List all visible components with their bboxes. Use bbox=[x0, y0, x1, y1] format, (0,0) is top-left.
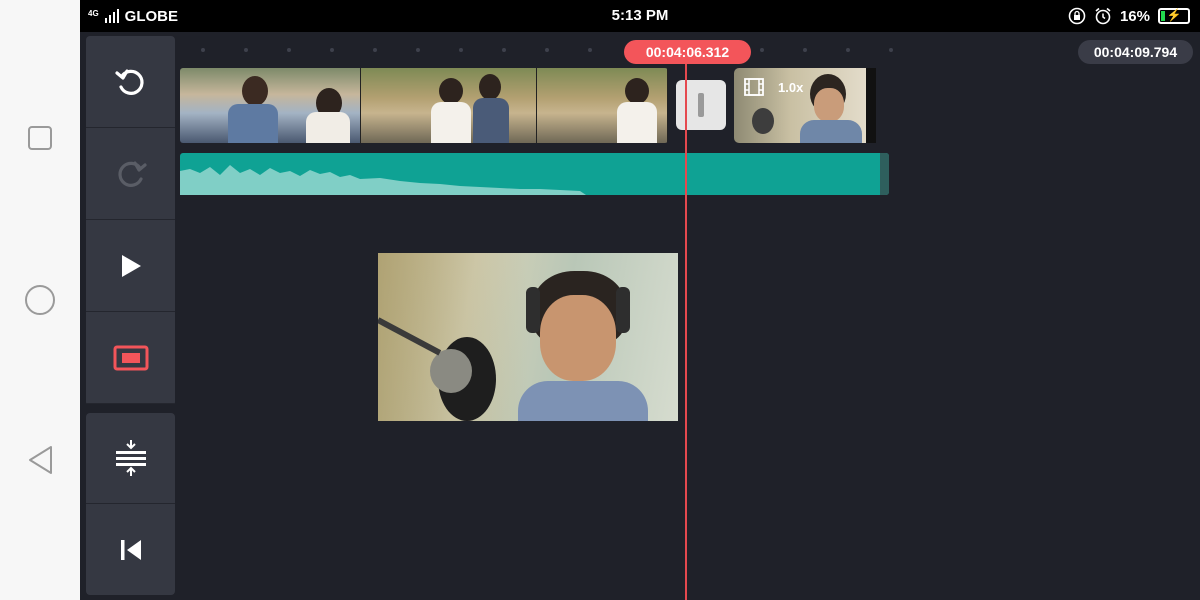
skip-to-start-icon bbox=[120, 539, 141, 560]
undo-icon bbox=[114, 68, 144, 95]
video-track bbox=[180, 68, 668, 143]
play-icon bbox=[121, 254, 141, 277]
tool-group-primary bbox=[86, 36, 175, 406]
alarm-icon bbox=[1095, 7, 1111, 25]
transition-icon bbox=[698, 93, 704, 117]
recent-apps-button[interactable] bbox=[24, 122, 56, 154]
system-navigation-bar bbox=[0, 0, 80, 600]
audio-end-handle[interactable] bbox=[880, 153, 889, 195]
video-clip-wedding[interactable] bbox=[180, 68, 668, 143]
split-icon bbox=[115, 440, 146, 476]
ruler-tick bbox=[416, 48, 420, 52]
home-button[interactable] bbox=[24, 284, 56, 316]
audio-waveform bbox=[180, 165, 586, 195]
clip-thumbnail bbox=[180, 68, 361, 143]
tool-group-secondary bbox=[86, 413, 175, 595]
battery-percent: 16% bbox=[1119, 7, 1150, 25]
ruler-tick bbox=[502, 48, 506, 52]
audio-track[interactable] bbox=[180, 153, 889, 195]
split-button[interactable] bbox=[86, 413, 175, 504]
ruler-tick bbox=[760, 48, 764, 52]
fullscreen-preview-icon bbox=[113, 345, 148, 370]
timeline-ruler[interactable] bbox=[180, 46, 893, 54]
clip-end-handle[interactable] bbox=[866, 68, 876, 143]
battery-icon: ⚡ bbox=[1158, 8, 1190, 24]
ruler-tick bbox=[373, 48, 377, 52]
charging-icon: ⚡ bbox=[1166, 8, 1182, 22]
clip-thumbnail bbox=[537, 68, 668, 143]
circle-icon bbox=[25, 285, 55, 315]
ruler-tick bbox=[244, 48, 248, 52]
ruler-tick bbox=[803, 48, 807, 52]
status-bar: 4G GLOBE 5:13 PM 16% ⚡ bbox=[80, 0, 1200, 32]
ruler-tick bbox=[287, 48, 291, 52]
triangle-back-icon bbox=[29, 446, 52, 474]
redo-button[interactable] bbox=[86, 128, 175, 220]
fullscreen-preview-button[interactable] bbox=[86, 312, 175, 404]
clip-speed-label: 1.0x bbox=[778, 80, 804, 95]
system-indicators: 16% ⚡ bbox=[1068, 0, 1190, 32]
ruler-tick bbox=[889, 48, 893, 52]
total-duration: 00:04:09.794 bbox=[1078, 40, 1193, 64]
video-preview[interactable] bbox=[378, 253, 678, 421]
square-icon bbox=[28, 126, 52, 150]
redo-icon bbox=[117, 160, 147, 187]
clock: 5:13 PM bbox=[611, 7, 669, 24]
playhead-line[interactable] bbox=[685, 62, 687, 600]
playhead-time[interactable]: 00:04:06.312 bbox=[624, 40, 751, 64]
back-button[interactable] bbox=[24, 444, 56, 476]
ruler-tick bbox=[459, 48, 463, 52]
ruler-tick bbox=[846, 48, 850, 52]
film-icon bbox=[744, 78, 764, 96]
clip-thumbnail bbox=[361, 68, 537, 143]
transition-button[interactable] bbox=[676, 80, 726, 130]
video-clip-singer[interactable]: 1.0x bbox=[734, 68, 875, 143]
ruler-tick bbox=[330, 48, 334, 52]
ruler-tick bbox=[588, 48, 592, 52]
play-button[interactable] bbox=[86, 220, 175, 312]
rotation-lock-icon bbox=[1068, 7, 1086, 25]
video-editor: 00:04:09.794 1.0x 00:04:06.312 bbox=[80, 32, 1200, 600]
ruler-tick bbox=[201, 48, 205, 52]
skip-to-start-button[interactable] bbox=[86, 504, 175, 595]
undo-button[interactable] bbox=[86, 36, 175, 128]
ruler-tick bbox=[545, 48, 549, 52]
